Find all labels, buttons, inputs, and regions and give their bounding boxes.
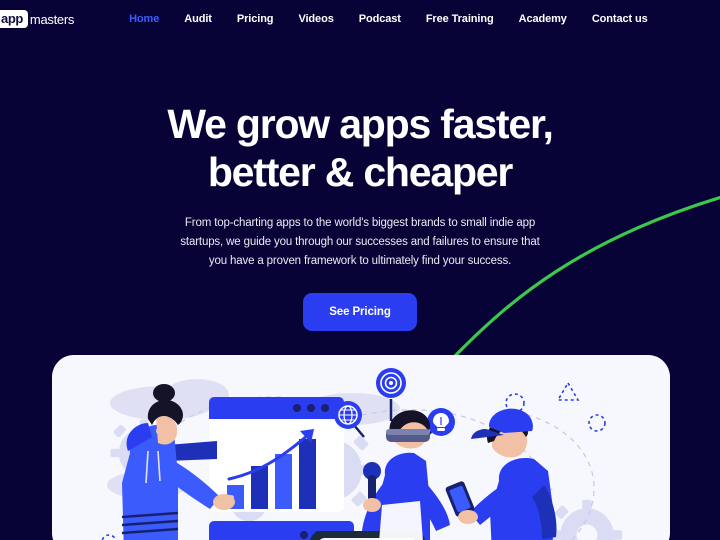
nav-item-free-training[interactable]: Free Training [426, 13, 494, 25]
hero-illustration-card [52, 355, 670, 540]
hand [213, 494, 235, 510]
nav-item-podcast[interactable]: Podcast [359, 13, 401, 25]
logo-word-masters: masters [29, 11, 75, 27]
nav-item-videos[interactable]: Videos [298, 13, 333, 25]
nav-item-contact-us[interactable]: Contact us [592, 13, 648, 25]
nav-item-pricing[interactable]: Pricing [237, 13, 274, 25]
logo-badge-app: app [0, 10, 28, 28]
nav-item-audit[interactable]: Audit [184, 13, 212, 25]
nav-item-home[interactable]: Home [129, 13, 159, 25]
team-growth-illustration [52, 355, 670, 540]
paper-sheet [378, 501, 424, 540]
chart-bar-3 [275, 454, 292, 509]
nav-links: Home Audit Pricing Videos Podcast Free T… [129, 13, 673, 25]
brand-logo[interactable]: app masters [0, 9, 74, 29]
top-navigation-bar: app masters Home Audit Pricing Videos Po… [0, 0, 720, 38]
nav-item-academy[interactable]: Academy [519, 13, 567, 25]
chart-bar-4 [299, 439, 316, 509]
